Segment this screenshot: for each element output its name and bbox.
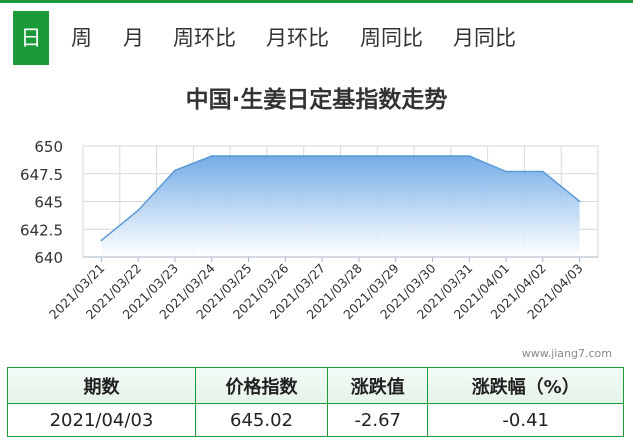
watermark: www.jiang7.com [521, 347, 612, 360]
data-point [284, 155, 287, 157]
y-tick-label: 650 [34, 138, 63, 156]
cell-change-percent: -0.41 [427, 403, 624, 437]
cell-price-index: 645.02 [194, 403, 329, 437]
stats-row: 2021/04/03 645.02 -2.67 -0.41 [7, 403, 624, 437]
data-point [321, 155, 323, 157]
data-point [578, 200, 581, 203]
y-tick-label: 647.5 [20, 166, 63, 184]
stats-header-row: 期数 价格指数 涨跌值 涨跌幅（%） [7, 367, 624, 404]
data-point [174, 169, 176, 172]
header-change-percent: 涨跌幅（%） [427, 367, 624, 404]
data-point [542, 170, 544, 173]
data-point [394, 155, 397, 157]
data-point [468, 155, 471, 157]
header-price-index: 价格指数 [194, 367, 329, 404]
chart-title: 中国·生姜日定基指数走势 [185, 87, 448, 113]
tab-month-over-month[interactable]: 月环比 [266, 11, 329, 65]
data-point [431, 155, 434, 157]
y-tick-label: 642.5 [20, 221, 63, 239]
tab-month-year-over-year[interactable]: 月同比 [453, 11, 516, 65]
y-tick-label: 645 [34, 194, 63, 212]
data-point [247, 155, 250, 157]
data-point [358, 155, 360, 157]
tab-week-over-week[interactable]: 周环比 [173, 11, 236, 65]
data-point [505, 170, 507, 173]
cell-period: 2021/04/03 [7, 403, 196, 437]
tab-week[interactable]: 周 [71, 11, 92, 65]
stats-table: 期数 价格指数 涨跌值 涨跌幅（%） 2021/04/03 645.02 -2.… [7, 367, 624, 437]
ginger-index-chart: 640642.5645647.56502021/03/212021/03/222… [20, 138, 599, 322]
data-point [137, 209, 139, 212]
tab-day[interactable]: 日 [13, 11, 49, 65]
tab-month[interactable]: 月 [123, 11, 144, 65]
cell-change-value: -2.67 [327, 403, 429, 437]
header-period: 期数 [7, 367, 196, 404]
period-tab-bar: 日 周 月 周环比 月环比 周同比 月同比 [0, 0, 633, 72]
data-point [210, 155, 213, 157]
tab-week-year-over-year[interactable]: 周同比 [360, 11, 423, 65]
y-tick-label: 640 [34, 249, 63, 267]
data-point [100, 239, 103, 242]
header-change-value: 涨跌值 [327, 367, 429, 404]
